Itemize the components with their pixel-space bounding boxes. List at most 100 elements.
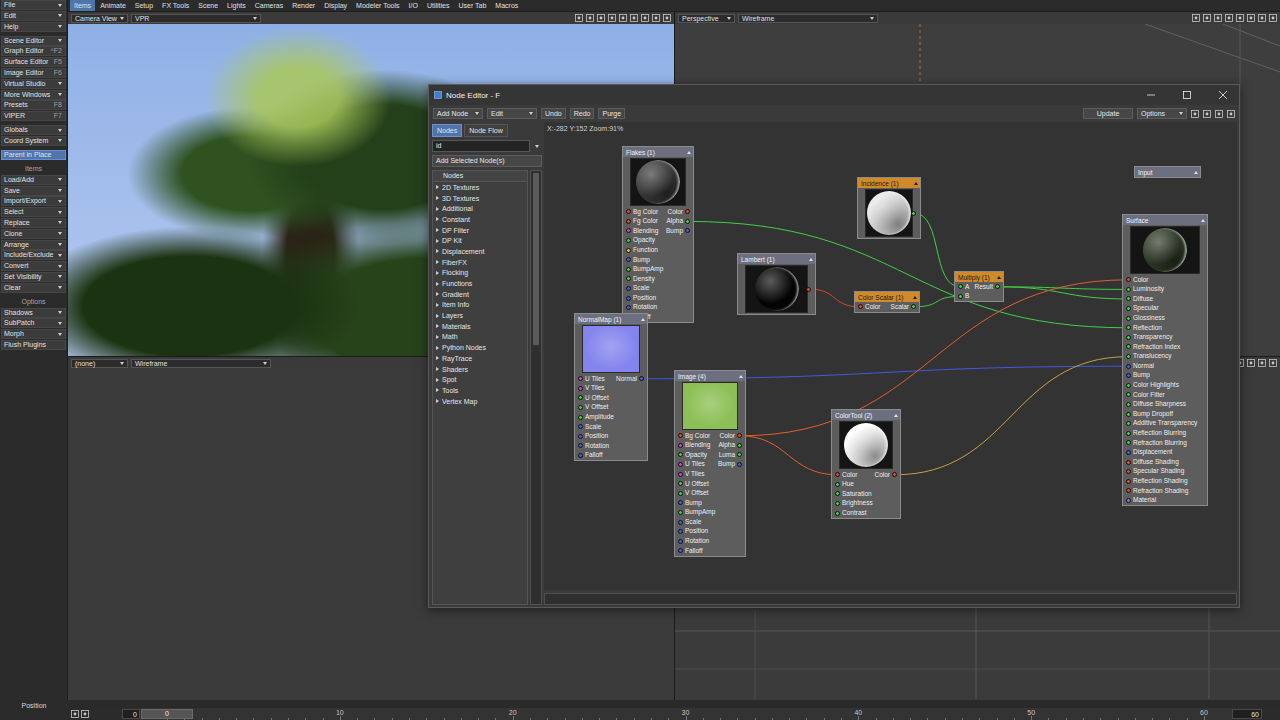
sidebar-button[interactable]: Help: [1, 22, 66, 32]
output-pin[interactable]: [892, 472, 897, 477]
input-port[interactable]: Refraction Shading: [1126, 488, 1188, 495]
input-port[interactable]: BumpAmp: [626, 266, 663, 273]
view-control-icon[interactable]: [1225, 14, 1233, 22]
expand-icon[interactable]: [436, 388, 439, 392]
input-pin[interactable]: [835, 482, 840, 487]
render-mode-dropdown[interactable]: Wireframe: [738, 14, 878, 23]
menu-tab[interactable]: Lights: [223, 0, 250, 11]
input-port[interactable]: Refraction Index: [1126, 344, 1180, 351]
shader-node[interactable]: Color Scalar (1)ColorScalar: [854, 291, 920, 313]
input-pin[interactable]: [1126, 316, 1131, 321]
input-pin[interactable]: [678, 462, 683, 467]
view-control-icon[interactable]: [1247, 14, 1255, 22]
input-pin[interactable]: [678, 452, 683, 457]
input-port[interactable]: V Tiles: [578, 385, 605, 392]
menu-tab[interactable]: Items: [70, 0, 95, 11]
category-item[interactable]: FiberFX: [433, 257, 527, 268]
input-pin[interactable]: [578, 415, 583, 420]
expand-icon[interactable]: [436, 282, 439, 286]
input-port[interactable]: Specular: [1126, 305, 1159, 312]
node-canvas[interactable]: X:-282 Y:152 Zoom:91%Flakes (1)Bg ColorC…: [544, 122, 1237, 590]
input-pin[interactable]: [578, 443, 583, 448]
expand-icon[interactable]: [436, 260, 439, 264]
output-pin[interactable]: [737, 452, 742, 457]
output-pin[interactable]: [995, 284, 1000, 289]
timeline-ruler[interactable]: 1020304050600: [140, 708, 1232, 720]
view-type-dropdown[interactable]: Perspective: [678, 14, 735, 23]
input-pin[interactable]: [1126, 440, 1131, 445]
vertical-scrollbar[interactable]: [530, 170, 542, 605]
maximize-button[interactable]: [1171, 85, 1203, 105]
view-control-icon[interactable]: [630, 14, 638, 22]
output-port[interactable]: Alpha: [666, 218, 690, 225]
pan-icon[interactable]: [1203, 110, 1211, 118]
menu-tab[interactable]: Macros: [491, 0, 522, 11]
category-item[interactable]: Python Nodes: [433, 342, 527, 353]
minimize-button[interactable]: [1135, 85, 1167, 105]
input-port[interactable]: Falloff: [578, 452, 603, 459]
category-item[interactable]: Item Info: [433, 300, 527, 311]
input-port[interactable]: Bump: [626, 257, 650, 264]
input-pin[interactable]: [678, 491, 683, 496]
view-control-icon[interactable]: [1258, 14, 1266, 22]
menu-tab[interactable]: Display: [320, 0, 351, 11]
input-pin[interactable]: [1126, 354, 1131, 359]
search-options-button[interactable]: [532, 141, 542, 152]
category-item[interactable]: Displacement: [433, 246, 527, 257]
input-port[interactable]: Rotation: [626, 304, 657, 311]
input-pin[interactable]: [1126, 402, 1131, 407]
view-control-icon[interactable]: [1269, 14, 1277, 22]
input-port[interactable]: Rotation: [678, 538, 709, 545]
menu-tab[interactable]: FX Tools: [158, 0, 193, 11]
input-pin[interactable]: [678, 539, 683, 544]
connection-wire[interactable]: [895, 357, 1129, 475]
menu-tab[interactable]: Render: [288, 0, 319, 11]
panel-tab[interactable]: Nodes: [432, 124, 462, 137]
input-port[interactable]: Reflection Blurring: [1126, 430, 1186, 437]
view-control-icon[interactable]: [663, 14, 671, 22]
sidebar-button[interactable]: Morph: [1, 329, 66, 339]
sidebar-button[interactable]: VIPERF7: [1, 111, 66, 121]
view-control-icon[interactable]: [1247, 359, 1255, 367]
view-type-dropdown[interactable]: (none): [71, 359, 128, 368]
sidebar-button[interactable]: Coord System: [1, 136, 66, 146]
expand-icon[interactable]: [436, 356, 439, 360]
menu-tab[interactable]: Animate: [96, 0, 130, 11]
input-port[interactable]: Bg Color: [626, 209, 658, 216]
node-header[interactable]: ColorTool (2): [832, 410, 900, 420]
input-port[interactable]: Bump Dropoff: [1126, 411, 1173, 418]
input-port[interactable]: Position: [678, 528, 708, 535]
input-pin[interactable]: [1126, 412, 1131, 417]
input-port[interactable]: Saturation: [835, 491, 872, 498]
input-port[interactable]: Color: [1126, 277, 1149, 284]
toolbar-button[interactable]: Update: [1083, 108, 1133, 119]
input-pin[interactable]: [578, 405, 583, 410]
input-pin[interactable]: [678, 443, 683, 448]
menu-tab[interactable]: Scene: [194, 0, 222, 11]
input-port[interactable]: Color Highlights: [1126, 382, 1179, 389]
input-port[interactable]: Additive Transparency: [1126, 420, 1197, 427]
input-pin[interactable]: [626, 286, 631, 291]
output-pin[interactable]: [685, 228, 690, 233]
input-pin[interactable]: [626, 248, 631, 253]
category-item[interactable]: Materials: [433, 321, 527, 332]
output-port[interactable]: Luma: [719, 452, 742, 459]
shader-node[interactable]: NormalMap (1)U TilesNormalV TilesU Offse…: [574, 313, 648, 461]
output-port[interactable]: Bump: [666, 228, 690, 235]
input-pin[interactable]: [678, 472, 683, 477]
category-item[interactable]: Vertex Map: [433, 396, 527, 407]
sidebar-button[interactable]: Parent in Place: [1, 150, 66, 160]
collapse-icon[interactable]: [913, 296, 917, 299]
input-port[interactable]: Fg Color: [626, 218, 658, 225]
input-pin[interactable]: [835, 491, 840, 496]
output-port[interactable]: Result: [975, 284, 1000, 291]
node-header[interactable]: Image (4): [675, 371, 745, 381]
input-port[interactable]: Position: [578, 433, 608, 440]
input-port[interactable]: A: [958, 284, 969, 291]
input-pin[interactable]: [1126, 287, 1131, 292]
collapse-icon[interactable]: [1201, 219, 1205, 222]
category-item[interactable]: Tools: [433, 385, 527, 396]
input-port[interactable]: BumpAmp: [678, 509, 715, 516]
input-port[interactable]: Function: [626, 247, 658, 254]
view-control-icon[interactable]: [1269, 359, 1277, 367]
